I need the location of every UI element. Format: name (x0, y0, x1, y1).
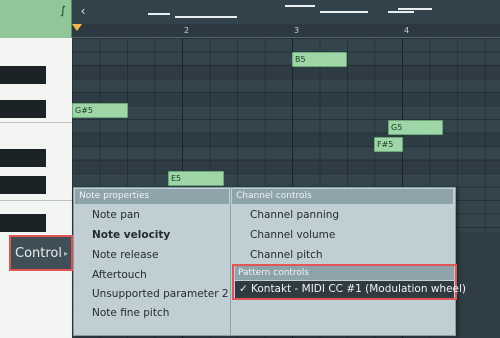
overview-note (175, 16, 237, 18)
bar-number: 2 (184, 26, 190, 35)
channel-controls-column: Channel controls Channel panning Channel… (231, 188, 455, 335)
overview-strip[interactable]: ∫ ‹ (0, 0, 500, 38)
menu-item-channel-volume[interactable]: Channel volume (250, 226, 335, 244)
midi-note[interactable]: G5 (388, 120, 443, 135)
control-context-menu[interactable]: Note properties Note pan Note velocity N… (73, 187, 466, 336)
menu-item-aftertouch[interactable]: Aftertouch (92, 266, 147, 284)
menu-item-label: Kontakt - MIDI CC #1 (Modulation wheel) (251, 283, 467, 295)
bar-ruler[interactable]: 2 3 4 (72, 24, 500, 38)
section-header: Note properties (75, 189, 229, 204)
black-key[interactable] (0, 149, 46, 167)
grid-row (72, 65, 500, 78)
playhead-marker[interactable] (72, 24, 82, 31)
overview-note (398, 8, 432, 10)
overview-note (388, 11, 414, 13)
piano-keyboard[interactable] (0, 38, 72, 338)
checkmark-icon: ✓ (239, 283, 248, 295)
midi-note[interactable]: E5 (168, 171, 224, 186)
tool-corner[interactable]: ∫ (0, 0, 72, 38)
white-key-divider (0, 122, 72, 123)
menu-item-modulation-wheel[interactable]: ✓ Kontakt - MIDI CC #1 (Modulation wheel) (235, 281, 466, 298)
black-key[interactable] (0, 176, 46, 194)
section-header: Channel controls (232, 189, 453, 204)
menu-item-note-pan[interactable]: Note pan (92, 206, 140, 224)
menu-item-channel-panning[interactable]: Channel panning (250, 206, 339, 224)
curve-icon[interactable]: ∫ (60, 5, 70, 16)
menu-item-note-fine-pitch[interactable]: Note fine pitch (92, 304, 169, 322)
overview-note (285, 5, 315, 7)
menu-item-channel-pitch[interactable]: Channel pitch (250, 246, 323, 264)
overview-note (320, 11, 368, 13)
pattern-controls-highlight: Pattern controls ✓ Kontakt - MIDI CC #1 (… (232, 264, 466, 300)
midi-note[interactable]: G#5 (72, 103, 128, 118)
black-key[interactable] (0, 66, 46, 84)
submenu-arrow-icon: ▸ (64, 249, 69, 258)
midi-note[interactable]: F#5 (374, 137, 403, 152)
control-selector[interactable]: Control ▸ (9, 235, 73, 271)
overview-note (148, 13, 170, 15)
control-label: Control (15, 246, 62, 261)
midi-note[interactable]: B5 (292, 52, 347, 67)
black-key[interactable] (0, 214, 46, 232)
note-properties-column: Note properties Note pan Note velocity N… (74, 188, 231, 335)
menu-item-unsupported-parameter[interactable]: Unsupported parameter 2 (92, 285, 229, 303)
menu-item-note-release[interactable]: Note release (92, 246, 158, 264)
bar-number: 3 (294, 26, 300, 35)
section-header: Pattern controls (235, 266, 454, 280)
white-key-divider (0, 200, 72, 201)
grid-row (72, 160, 500, 173)
grid-row (72, 92, 500, 105)
chevron-left-icon[interactable]: ‹ (78, 2, 88, 20)
menu-item-note-velocity[interactable]: Note velocity (92, 226, 170, 244)
bar-number: 4 (404, 26, 410, 35)
black-key[interactable] (0, 100, 46, 118)
